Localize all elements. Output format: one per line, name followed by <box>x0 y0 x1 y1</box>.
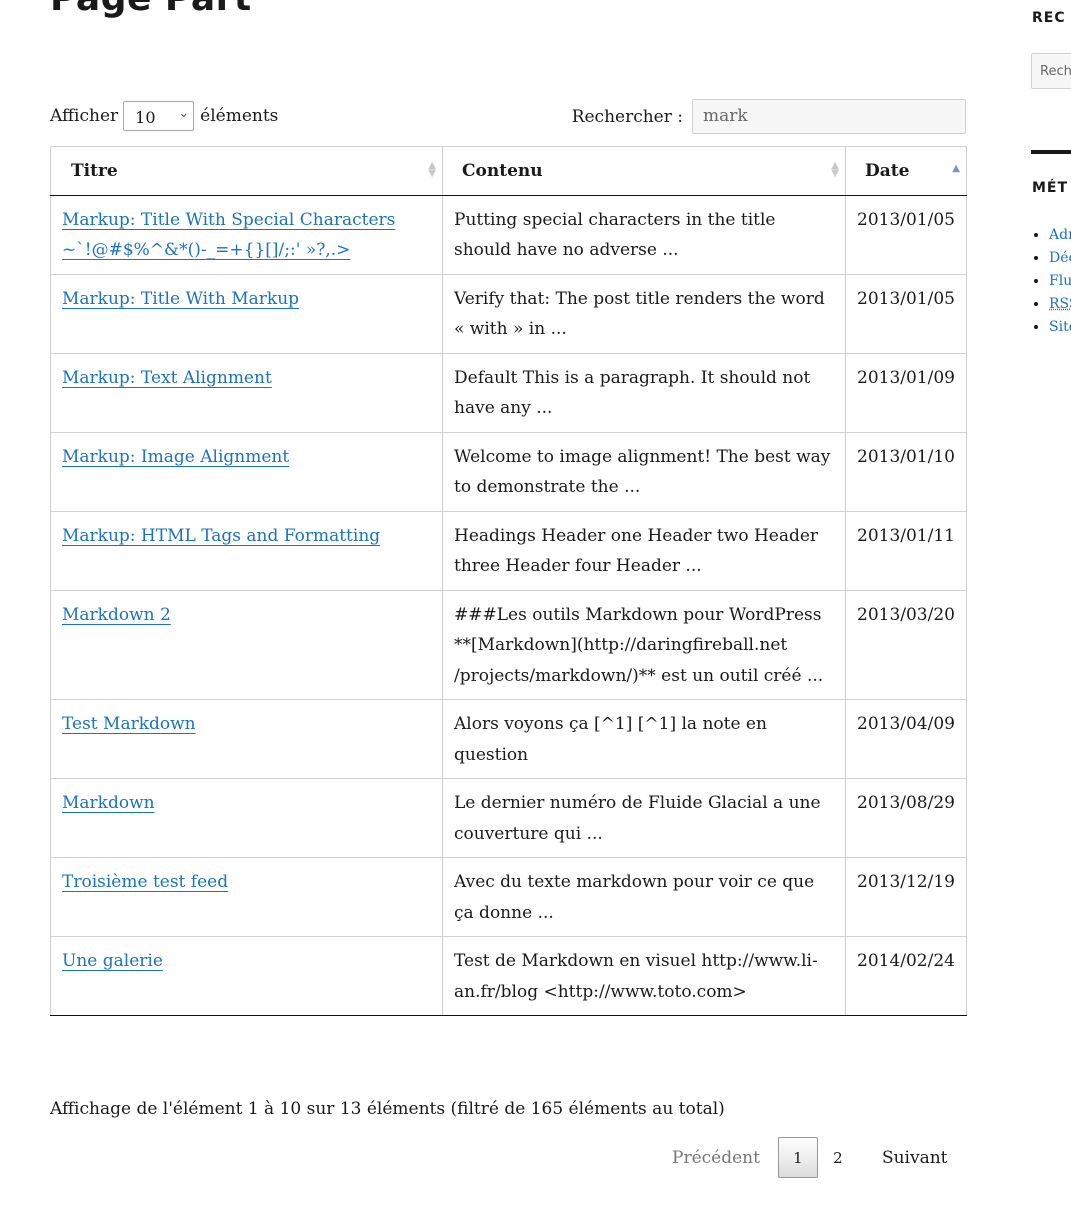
content-cell: Headings Header one Header two Header th… <box>442 510 846 591</box>
column-header-label: Titre <box>71 161 118 181</box>
date-cell: 2013/01/11 <box>845 510 967 591</box>
table-header-row: Titre ▲ ▼ Contenu ▲ ▼ Date ▲ <box>50 146 967 196</box>
post-title-link[interactable]: Markup: Text Alignment <box>62 368 272 388</box>
list-item: Site <box>1049 316 1071 339</box>
sidebar: REC Rech MÉT Adr Déc Flu RSS Site <box>1031 0 1071 1212</box>
meta-widget-title: MÉT <box>1032 180 1069 196</box>
title-cell: Markup: HTML Tags and Formatting <box>50 510 443 591</box>
posts-table: Titre ▲ ▼ Contenu ▲ ▼ Date ▲ Markup: Title… <box>50 146 967 1016</box>
post-title-link[interactable]: Markup: Image Alignment <box>62 447 289 467</box>
meta-link-site[interactable]: Site <box>1049 319 1071 335</box>
list-item: Déc <box>1049 247 1071 270</box>
content-cell: Default This is a paragraph. It should n… <box>442 352 846 433</box>
title-cell: Markup: Title With Markup <box>50 273 443 354</box>
page-button-2[interactable]: 2 <box>818 1137 858 1178</box>
table-info: Affichage de l'élément 1 à 10 sur 13 élé… <box>50 1099 725 1119</box>
date-cell: 2013/03/20 <box>845 589 967 700</box>
date-cell: 2013/01/09 <box>845 352 967 433</box>
post-title-link[interactable]: Une galerie <box>62 951 163 971</box>
content-cell: Verify that: The post title renders the … <box>442 273 846 354</box>
title-cell: Markup: Image Alignment <box>50 431 443 512</box>
widget-divider <box>1031 150 1071 154</box>
search-label: Rechercher : <box>571 106 683 127</box>
date-cell: 2013/04/09 <box>845 699 967 779</box>
list-item: Flu <box>1049 270 1071 293</box>
content-cell: Putting special characters in the title … <box>442 194 846 275</box>
length-prefix-label: Afficher <box>50 106 119 126</box>
page-length-control: Afficher 10 ⌄ éléments <box>50 101 278 131</box>
title-cell: Test Markdown <box>50 699 443 779</box>
sidebar-search-input[interactable]: Rech <box>1031 53 1071 89</box>
table-row: Markup: Title With Markup Verify that: T… <box>50 273 967 354</box>
column-header-label: Date <box>865 161 910 181</box>
content-cell: Test de Markdown en visuel http://www.li… <box>442 936 846 1016</box>
meta-link-logout[interactable]: Déc <box>1049 250 1071 266</box>
page-button-1[interactable]: 1 <box>777 1137 818 1178</box>
chevron-down-icon: ⌄ <box>178 106 190 121</box>
table-row: Test Markdown Alors voyons ça [^1] [^1] … <box>50 699 967 779</box>
search-input[interactable]: mark <box>692 99 966 134</box>
table-row: Markup: Title With Special Characters ~`… <box>50 194 967 275</box>
date-cell: 2013/01/10 <box>845 431 967 512</box>
content-cell: Le dernier numéro de Fluide Glacial a un… <box>442 778 846 858</box>
page-length-select[interactable]: 10 ⌄ <box>123 101 195 131</box>
post-title-link[interactable]: Troisième test feed <box>62 872 228 892</box>
post-title-link[interactable]: Markup: Title With Markup <box>62 289 299 309</box>
sort-ascending-icon: ▲ <box>952 163 960 174</box>
title-cell: Markdown <box>50 778 443 858</box>
column-header-contenu[interactable]: Contenu ▲ ▼ <box>442 146 846 196</box>
table-row: Markdown 2 ###Les outils Markdown pour W… <box>50 589 967 700</box>
pagination: Précédent 1 2 Suivant <box>660 1136 948 1179</box>
content-cell: Welcome to image alignment! The best way… <box>442 431 846 512</box>
column-header-date[interactable]: Date ▲ <box>845 146 967 196</box>
post-title-link[interactable]: Test Markdown <box>62 714 196 734</box>
search-widget-title: REC <box>1032 10 1066 26</box>
table-row: Markup: Image Alignment Welcome to image… <box>50 431 967 512</box>
previous-page-button[interactable]: Précédent <box>672 1148 760 1168</box>
content-cell: Alors voyons ça [^1] [^1] la note en que… <box>442 699 846 779</box>
length-suffix-label: éléments <box>200 106 279 126</box>
page-length-value: 10 <box>135 108 156 127</box>
post-title-link[interactable]: Markdown <box>62 793 155 813</box>
title-cell: Markdown 2 <box>50 589 443 700</box>
table-controls: Afficher 10 ⌄ éléments Rechercher : mark <box>50 99 966 134</box>
title-cell: Markup: Text Alignment <box>50 352 443 433</box>
post-title-link[interactable]: Markup: HTML Tags and Formatting <box>62 526 380 546</box>
title-cell: Troisième test feed <box>50 857 443 937</box>
post-title-link[interactable]: Markup: Title With Special Characters ~`… <box>62 210 395 261</box>
table-row: Troisième test feed Avec du texte markdo… <box>50 857 967 937</box>
title-cell: Markup: Title With Special Characters ~`… <box>50 194 443 275</box>
list-item: RSS <box>1049 293 1071 316</box>
meta-link-feed[interactable]: Flu <box>1049 273 1071 289</box>
post-title-link[interactable]: Markdown 2 <box>62 605 171 625</box>
table-search: Rechercher : mark <box>572 99 966 134</box>
meta-links-list: Adr Déc Flu RSS Site <box>1049 224 1071 339</box>
date-cell: 2013/01/05 <box>845 194 967 275</box>
page-title: Page Part <box>50 0 252 19</box>
date-cell: 2014/02/24 <box>845 936 967 1016</box>
column-header-titre[interactable]: Titre ▲ ▼ <box>50 146 443 196</box>
sort-both-icon: ▲ ▼ <box>831 160 839 179</box>
next-page-button[interactable]: Suivant <box>882 1148 948 1168</box>
list-item: Adr <box>1049 224 1071 247</box>
title-cell: Une galerie <box>50 936 443 1016</box>
date-cell: 2013/08/29 <box>845 778 967 858</box>
date-cell: 2013/01/05 <box>845 273 967 354</box>
content-cell: Avec du texte markdown pour voir ce que … <box>442 857 846 937</box>
meta-link-rss[interactable]: RSS <box>1049 296 1071 312</box>
date-cell: 2013/12/19 <box>845 857 967 937</box>
sort-both-icon: ▲ ▼ <box>428 160 436 179</box>
column-header-label: Contenu <box>462 161 543 181</box>
table-row: Markup: HTML Tags and Formatting Heading… <box>50 510 967 591</box>
table-row: Markdown Le dernier numéro de Fluide Gla… <box>50 778 967 858</box>
meta-link-admin[interactable]: Adr <box>1049 227 1071 243</box>
table-row: Une galerie Test de Markdown en visuel h… <box>50 936 967 1016</box>
table-row: Markup: Text Alignment Default This is a… <box>50 352 967 433</box>
content-cell: ###Les outils Markdown pour WordPress **… <box>442 589 846 700</box>
